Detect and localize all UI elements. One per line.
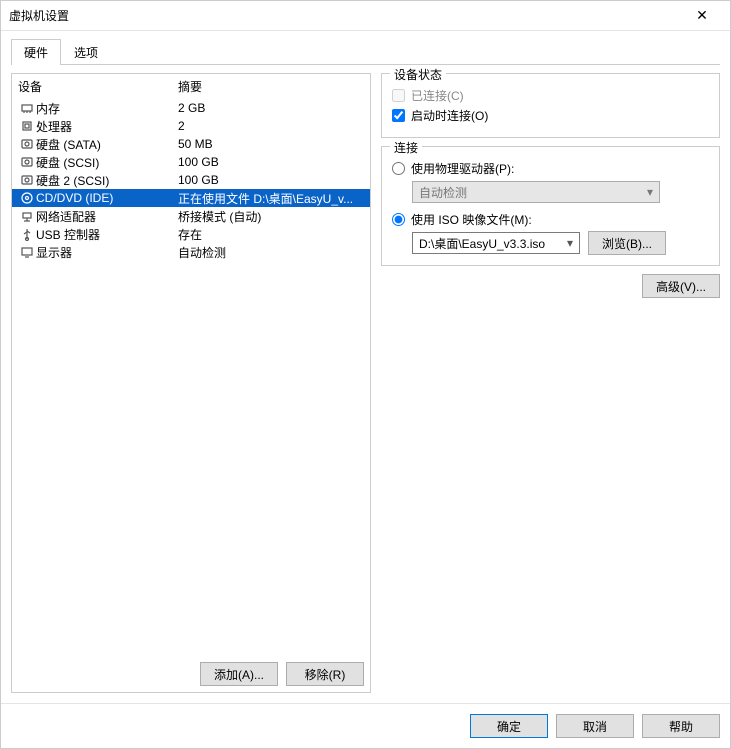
radio-iso-input[interactable] [392,213,405,226]
usb-icon [18,227,36,241]
device-summary: 自动检测 [178,244,364,261]
advanced-row: 高级(V)... [381,274,720,298]
device-summary: 100 GB [178,173,364,187]
add-button[interactable]: 添加(A)... [200,662,278,686]
radio-physical-input[interactable] [392,162,405,175]
device-name: 硬盘 (SATA) [36,136,178,153]
checkbox-connected-label: 已连接(C) [411,87,464,104]
tab-bar: 硬件 选项 [11,39,720,65]
content: 硬件 选项 设备 摘要 内存2 GB处理器2硬盘 (SATA)50 MB硬盘 (… [1,31,730,703]
legend-connection: 连接 [390,139,422,156]
titlebar: 虚拟机设置 ✕ [1,1,730,31]
device-summary: 桥接模式 (自动) [178,208,364,225]
vm-settings-window: 虚拟机设置 ✕ 硬件 选项 设备 摘要 内存2 GB处理器2硬盘 (SATA)5… [0,0,731,749]
checkbox-poweron[interactable]: 启动时连接(O) [392,107,709,124]
device-name: 处理器 [36,118,178,135]
close-icon[interactable]: ✕ [682,7,722,24]
iso-path-value: D:\桌面\EasyU_v3.3.iso [419,235,545,252]
footer: 确定 取消 帮助 [1,703,730,748]
radio-iso[interactable]: 使用 ISO 映像文件(M): [392,211,709,228]
device-row[interactable]: 显示器自动检测 [12,243,370,261]
device-summary: 50 MB [178,137,364,151]
device-list[interactable]: 内存2 GB处理器2硬盘 (SATA)50 MB硬盘 (SCSI)100 GB硬… [12,99,370,656]
checkbox-connected-input [392,89,405,102]
header-summary: 摘要 [178,78,364,95]
device-name: 网络适配器 [36,208,178,225]
device-name: 内存 [36,100,178,117]
device-header: 设备 摘要 [12,74,370,99]
cd-icon [18,191,36,205]
disk-icon [18,137,36,151]
device-summary: 100 GB [178,155,364,169]
device-row[interactable]: CD/DVD (IDE)正在使用文件 D:\桌面\EasyU_v... [12,189,370,207]
device-summary: 正在使用文件 D:\桌面\EasyU_v... [178,190,364,207]
remove-button[interactable]: 移除(R) [286,662,364,686]
device-summary: 2 GB [178,101,364,115]
device-row[interactable]: 网络适配器桥接模式 (自动) [12,207,370,225]
device-row[interactable]: 内存2 GB [12,99,370,117]
device-name: 硬盘 2 (SCSI) [36,172,178,189]
device-row[interactable]: 硬盘 (SCSI)100 GB [12,153,370,171]
help-button[interactable]: 帮助 [642,714,720,738]
radio-physical[interactable]: 使用物理驱动器(P): [392,160,709,177]
display-icon [18,245,36,259]
device-row[interactable]: 硬盘 (SATA)50 MB [12,135,370,153]
device-summary: 2 [178,119,364,133]
net-icon [18,209,36,223]
device-name: USB 控制器 [36,226,178,243]
browse-button[interactable]: 浏览(B)... [588,231,666,255]
device-row[interactable]: 硬盘 2 (SCSI)100 GB [12,171,370,189]
radio-physical-label: 使用物理驱动器(P): [411,160,514,177]
physical-drive-value: 自动检测 [419,184,467,201]
memory-icon [18,101,36,115]
device-row[interactable]: 处理器2 [12,117,370,135]
cancel-button[interactable]: 取消 [556,714,634,738]
device-name: CD/DVD (IDE) [36,191,178,205]
left-panel: 设备 摘要 内存2 GB处理器2硬盘 (SATA)50 MB硬盘 (SCSI)1… [11,73,371,693]
checkbox-poweron-input[interactable] [392,109,405,122]
checkbox-connected: 已连接(C) [392,87,709,104]
disk-icon [18,173,36,187]
device-name: 硬盘 (SCSI) [36,154,178,171]
left-buttons: 添加(A)... 移除(R) [12,656,370,692]
checkbox-poweron-label: 启动时连接(O) [411,107,488,124]
device-row[interactable]: USB 控制器存在 [12,225,370,243]
radio-iso-label: 使用 ISO 映像文件(M): [411,211,532,228]
group-connection: 连接 使用物理驱动器(P): 自动检测 使用 ISO 映像文件(M): [381,146,720,266]
iso-path-combo[interactable]: D:\桌面\EasyU_v3.3.iso [412,232,580,254]
tab-hardware[interactable]: 硬件 [11,39,61,65]
physical-drive-select: 自动检测 [412,181,660,203]
body: 设备 摘要 内存2 GB处理器2硬盘 (SATA)50 MB硬盘 (SCSI)1… [11,65,720,693]
tab-options[interactable]: 选项 [61,39,111,65]
right-panel: 设备状态 已连接(C) 启动时连接(O) 连接 使用物理驱动器(P): [381,73,720,693]
device-name: 显示器 [36,244,178,261]
header-device: 设备 [18,78,178,95]
disk-icon [18,155,36,169]
legend-status: 设备状态 [390,66,446,83]
group-device-status: 设备状态 已连接(C) 启动时连接(O) [381,73,720,138]
device-summary: 存在 [178,226,364,243]
window-title: 虚拟机设置 [9,7,682,24]
ok-button[interactable]: 确定 [470,714,548,738]
advanced-button[interactable]: 高级(V)... [642,274,720,298]
cpu-icon [18,119,36,133]
